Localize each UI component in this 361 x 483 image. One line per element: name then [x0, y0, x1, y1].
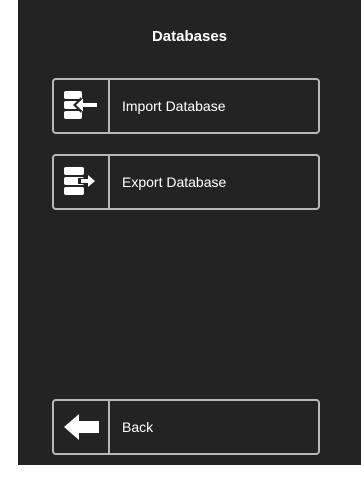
- import-database-button[interactable]: Import Database: [52, 78, 320, 134]
- databases-panel: Databases Import Database Export Databas…: [18, 0, 361, 465]
- back-icon-cell: [54, 401, 110, 453]
- back-button[interactable]: Back: [52, 399, 320, 455]
- import-database-label: Import Database: [122, 98, 226, 114]
- import-icon-cell: [54, 80, 110, 132]
- database-export-icon: [64, 167, 95, 195]
- page-title: Databases: [151, 28, 228, 45]
- export-database-label: Export Database: [122, 174, 227, 190]
- export-database-button[interactable]: Export Database: [52, 154, 320, 210]
- export-icon-cell: [54, 156, 110, 208]
- back-arrow-icon: [64, 414, 99, 440]
- database-import-icon: [64, 91, 97, 119]
- back-label: Back: [122, 419, 154, 435]
